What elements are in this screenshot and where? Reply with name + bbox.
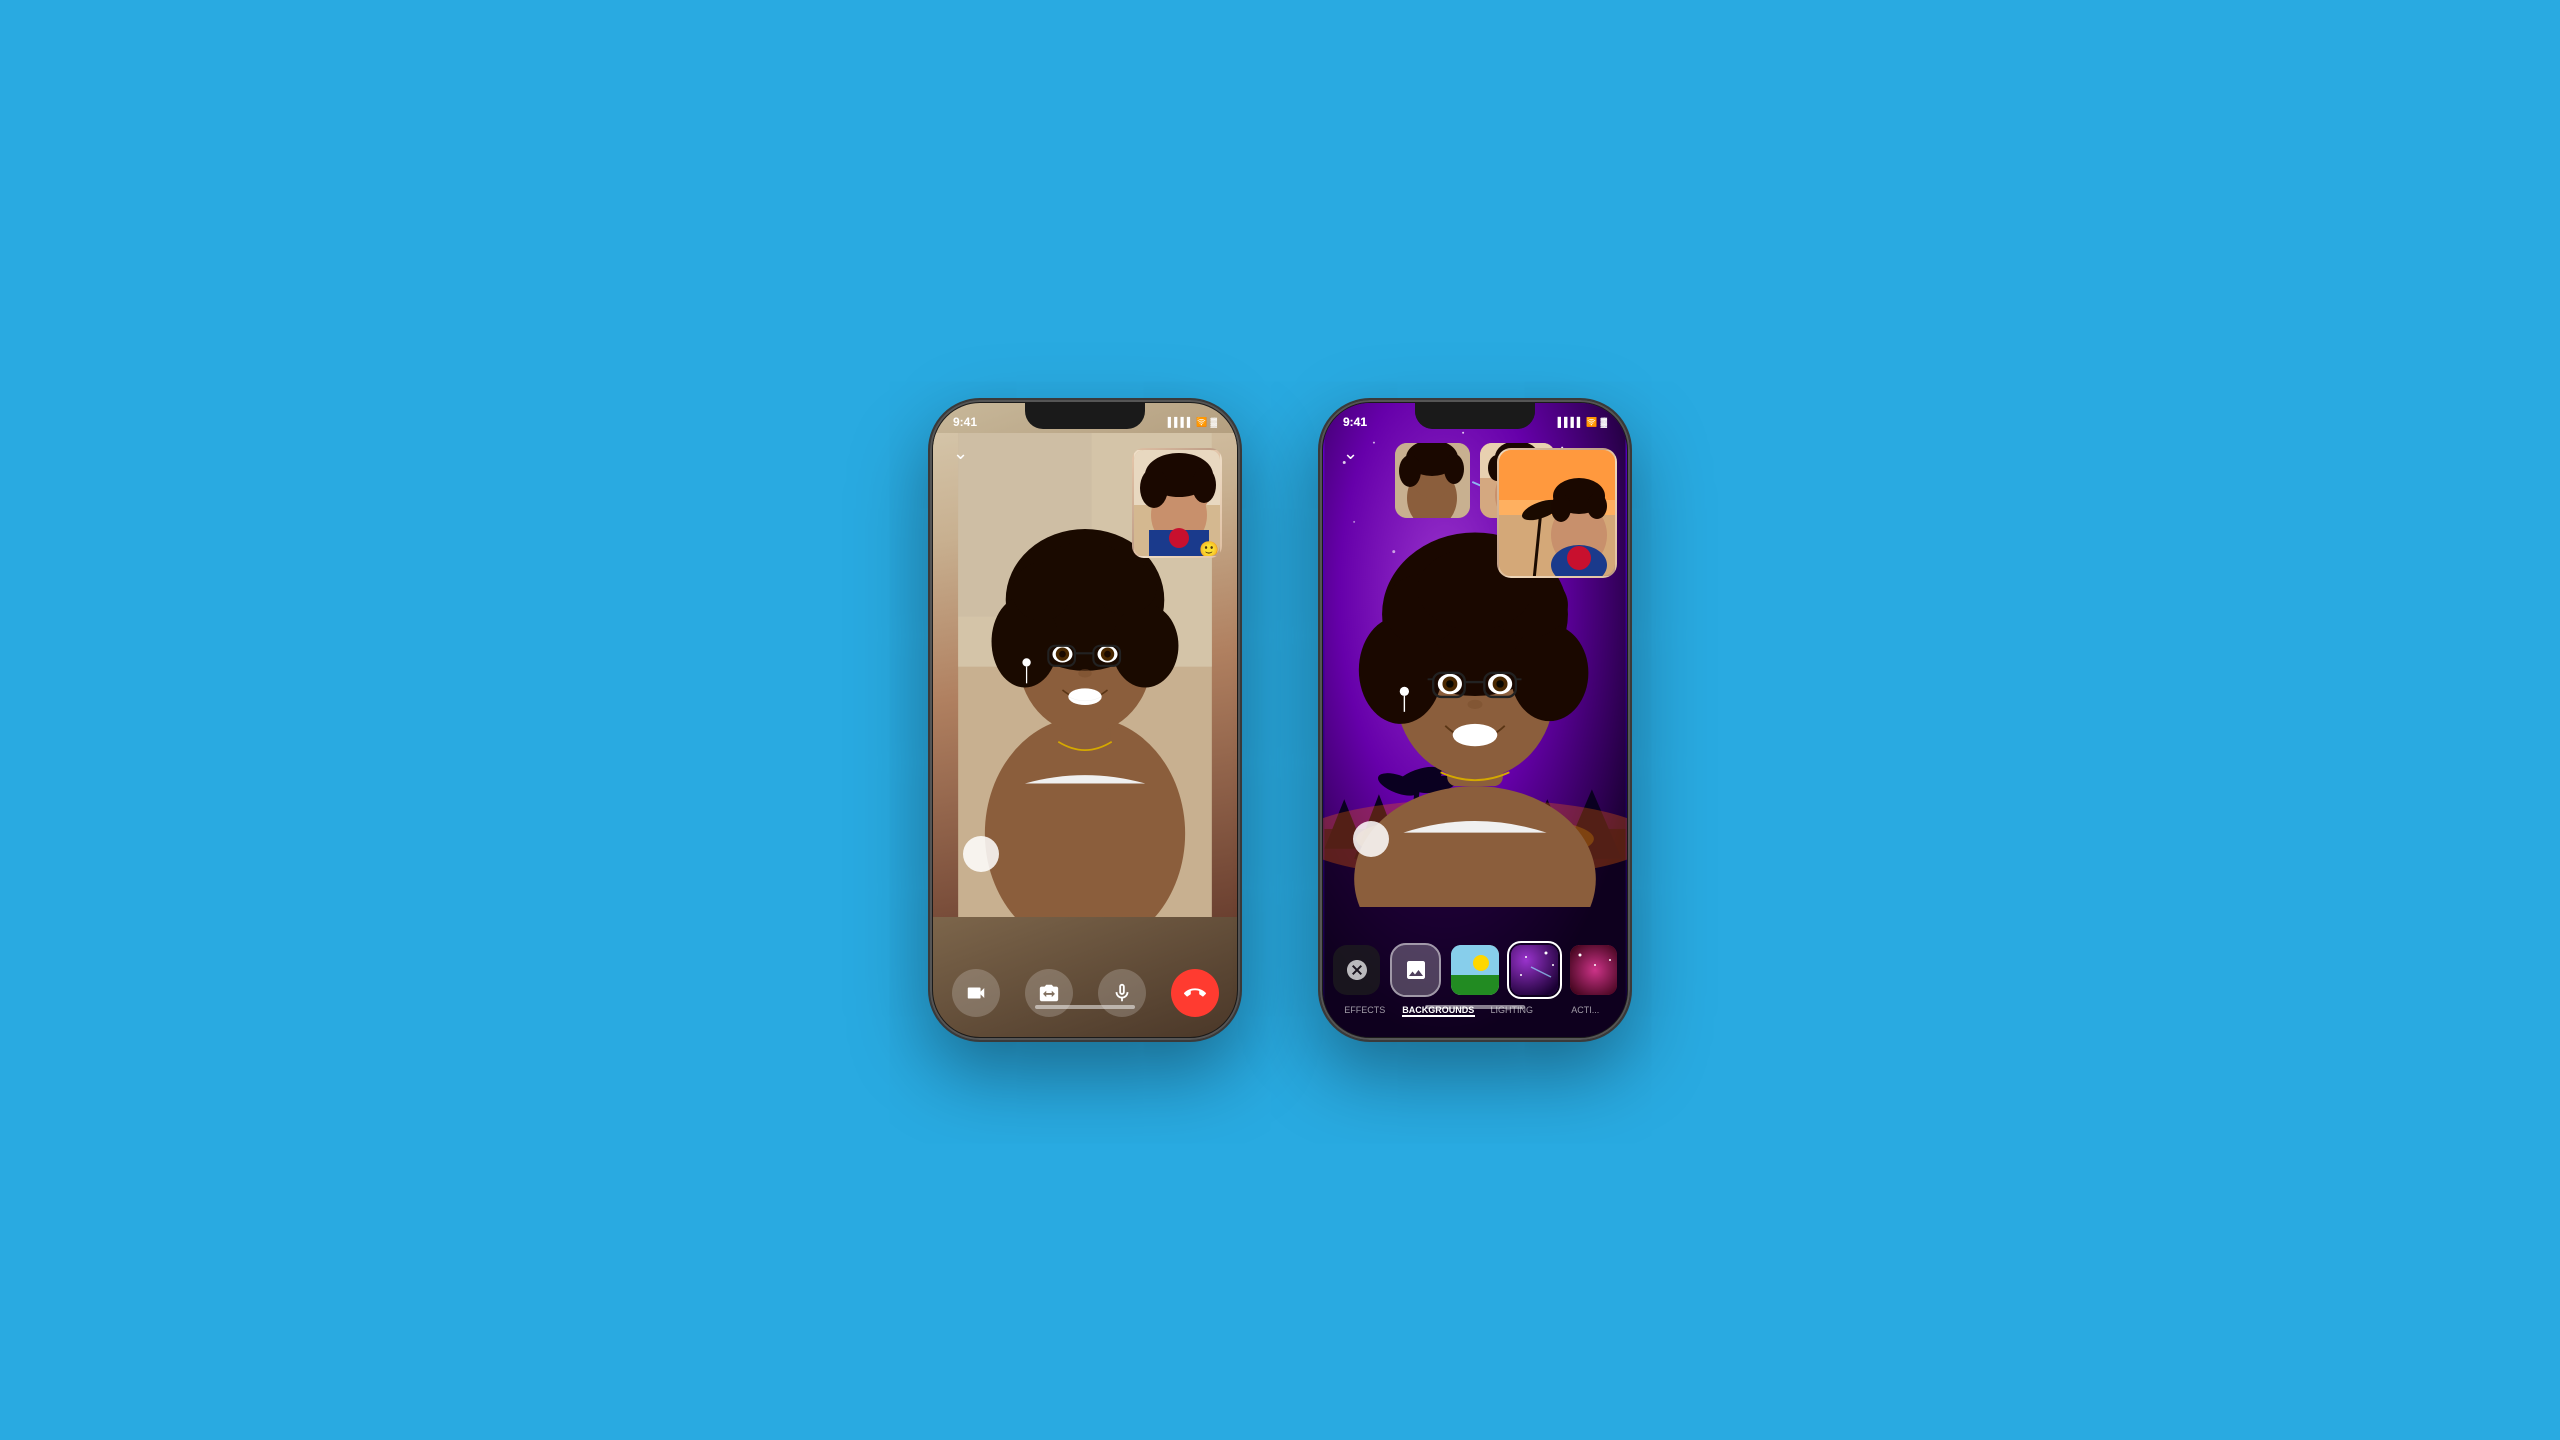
phone-1-status-icons: ▌▌▌▌ 🛜 ▓ — [1168, 417, 1217, 428]
phone-3-notch — [1415, 403, 1535, 429]
phone-3-controls: EFFECTS BACKGROUNDS LIGHTING ACTI... — [1323, 945, 1627, 1017]
battery-icon: ▓ — [1210, 417, 1217, 427]
phone-1-white-dot[interactable] — [963, 836, 999, 872]
phone-1-notch — [1025, 403, 1145, 429]
phone-1-controls — [933, 969, 1237, 1017]
phone-1-time: 9:41 — [953, 415, 977, 429]
backgrounds-button[interactable] — [1392, 945, 1439, 995]
battery-icon: ▓ — [1600, 417, 1607, 427]
phone-1-inner: 🙂 ⌄ — [933, 403, 1237, 1037]
phone-3-status-icons: ▌▌▌▌ 🛜 ▓ — [1558, 417, 1607, 428]
phone-1-pip-video: 🙂 — [1132, 448, 1222, 558]
phone-1-chevron[interactable]: ⌄ — [953, 443, 968, 464]
phone-3-effects-row — [1323, 945, 1627, 1003]
phone-3-chevron[interactable]: ⌄ — [1343, 443, 1358, 464]
svg-text:🙂: 🙂 — [1199, 541, 1219, 558]
phones-container: 🙂 ⌄ — [930, 0, 1630, 1440]
signal-icon: ▌▌▌▌ — [1168, 417, 1194, 427]
wifi-icon: 🛜 — [1196, 417, 1207, 428]
phone-3-home-bar — [1425, 1005, 1525, 1009]
thumb-video-1 — [1395, 443, 1470, 518]
phone-3-white-dot[interactable] — [1353, 821, 1389, 857]
phone-1-controls-row — [952, 969, 1219, 1017]
signal-icon: ▌▌▌▌ — [1558, 417, 1584, 427]
camera-flip-button[interactable] — [1025, 969, 1073, 1017]
bg-space-thumbnail[interactable] — [1511, 945, 1558, 995]
bg-nebula-thumbnail[interactable] — [1570, 945, 1617, 995]
wifi-icon: 🛜 — [1586, 417, 1597, 428]
phone-2: 9:41 ▌▌▌▌ 🛜 ▓ — [1320, 400, 1630, 1040]
video-toggle-button[interactable] — [952, 969, 1000, 1017]
bg-landscape-thumbnail[interactable] — [1451, 945, 1498, 995]
phone-3-pip-video — [1497, 448, 1617, 578]
phone-3-time: 9:41 — [1343, 415, 1367, 429]
mute-button[interactable] — [1098, 969, 1146, 1017]
end-call-button[interactable] — [1171, 969, 1219, 1017]
activities-label[interactable]: ACTI... — [1549, 1003, 1623, 1017]
no-effects-button[interactable] — [1333, 945, 1380, 995]
phone-1: 🙂 ⌄ — [930, 400, 1240, 1040]
effects-label[interactable]: EFFECTS — [1328, 1003, 1402, 1017]
phone-1-home-bar — [1035, 1005, 1135, 1009]
